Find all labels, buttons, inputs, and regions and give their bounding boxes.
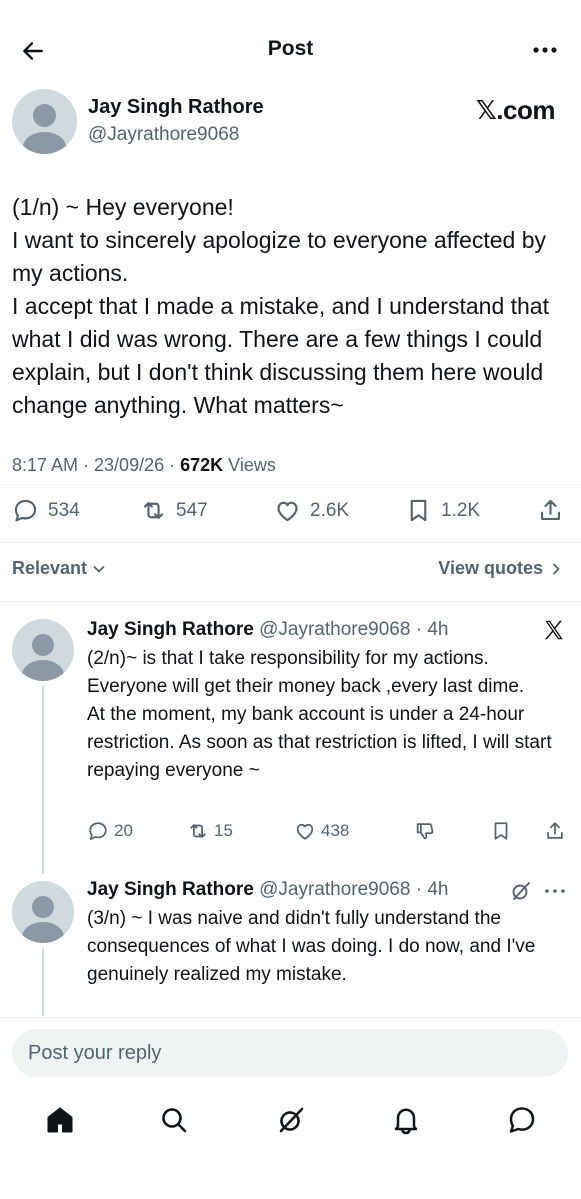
thread-line [42,948,44,1016]
page-title: Post [267,37,314,60]
reply-line: At the moment, my bank account is under … [87,704,552,781]
reply-button[interactable]: 534 [12,497,80,524]
chevron-down-icon [93,565,105,572]
sort-label: Relevant [12,558,88,578]
repost-button[interactable]: 15 [187,820,233,842]
post-actions: 534 547 2.6K 1.2K [12,497,568,529]
thread-line [42,686,44,874]
source-badge: 𝕏.com [475,95,556,125]
author-name[interactable]: Jay Singh Rathore [88,96,264,119]
avatar[interactable] [12,881,74,943]
grok-icon[interactable] [275,1104,307,1136]
share-icon [547,822,563,839]
search-icon[interactable] [158,1104,190,1136]
like-count: 2.6K [310,499,350,521]
avatar[interactable] [12,89,77,154]
share-button[interactable] [544,820,566,842]
bookmark-button[interactable]: 1.2K [405,497,480,524]
post-meta: 8:17 AM · 23/09/26 · 672K Views [12,455,276,476]
x-logo-icon [545,620,563,640]
reply-author-name[interactable]: Jay Singh Rathore [87,619,254,640]
divider [0,601,581,602]
bookmark-count: 1.2K [441,499,481,521]
dislike-button[interactable] [414,820,436,842]
reply-line: (2/n)~ is that I take responsibility for… [87,648,525,697]
divider [0,1017,581,1018]
bottom-nav [0,1092,581,1146]
like-count: 438 [321,821,350,840]
notifications-icon[interactable] [390,1104,422,1136]
post-time[interactable]: 8:17 AM · 23/09/26 · [12,455,180,475]
divider [0,542,581,543]
heart-icon [296,823,314,840]
views-label: Views [223,455,276,475]
like-button[interactable]: 438 [294,820,349,842]
post-line: (1/n) ~ Hey everyone! [12,194,234,220]
avatar[interactable] [12,619,74,681]
reply-body: (3/n) ~ I was naive and didn't fully und… [87,905,567,989]
view-quotes-label: View quotes [438,558,543,578]
reply-input[interactable]: Post your reply [12,1029,568,1077]
reply-header: Jay Singh Rathore @Jayrathore9068 · 4h [87,619,448,641]
repost-icon [143,502,164,519]
reply-count: 20 [114,821,133,840]
reply-actions: 20 15 438 [87,820,569,846]
post-body: (1/n) ~ Hey everyone! I want to sincerel… [12,191,568,422]
thumbs-down-icon [416,823,434,840]
bookmark-button[interactable] [490,820,512,842]
share-button[interactable] [537,497,564,524]
reply-icon [14,499,37,522]
more-horizontal-icon[interactable] [543,884,567,898]
reply-button[interactable]: 20 [87,820,133,842]
sort-relevant-button[interactable]: Relevant [12,558,107,579]
post-line: I accept that I made a mistake, and I un… [12,293,549,418]
grok-icon[interactable] [509,879,533,903]
view-quotes-link[interactable]: View quotes [438,558,563,579]
reply-handle-time[interactable]: @Jayrathore9068 · 4h [254,879,448,900]
repost-count: 15 [214,821,233,840]
more-horizontal-icon[interactable] [531,40,559,60]
heart-icon [277,501,298,522]
reply-icon [89,822,107,840]
bookmark-icon [494,822,508,840]
top-bar: Post [0,0,581,100]
views-count: 672K [180,455,224,475]
divider [0,484,581,485]
share-icon [540,499,561,521]
repost-button[interactable]: 547 [140,497,208,524]
reply-body: (2/n)~ is that I take responsibility for… [87,645,567,785]
reply-line: (3/n) ~ I was naive and didn't fully und… [87,908,536,985]
repost-icon [190,824,206,838]
home-icon[interactable] [44,1104,76,1136]
messages-icon[interactable] [506,1104,538,1136]
author-handle[interactable]: @Jayrathore9068 [88,124,239,146]
reply-count: 534 [48,499,80,521]
chevron-right-icon [553,563,560,574]
reply-handle-time[interactable]: @Jayrathore9068 · 4h [254,619,448,640]
repost-count: 547 [176,499,208,521]
like-button[interactable]: 2.6K [274,497,349,524]
reply-header: Jay Singh Rathore @Jayrathore9068 · 4h [87,879,448,901]
post-line: I want to sincerely apologize to everyon… [12,227,547,286]
bookmark-icon [410,499,427,522]
reply-author-name[interactable]: Jay Singh Rathore [87,879,254,900]
reply-placeholder: Post your reply [28,1041,162,1064]
